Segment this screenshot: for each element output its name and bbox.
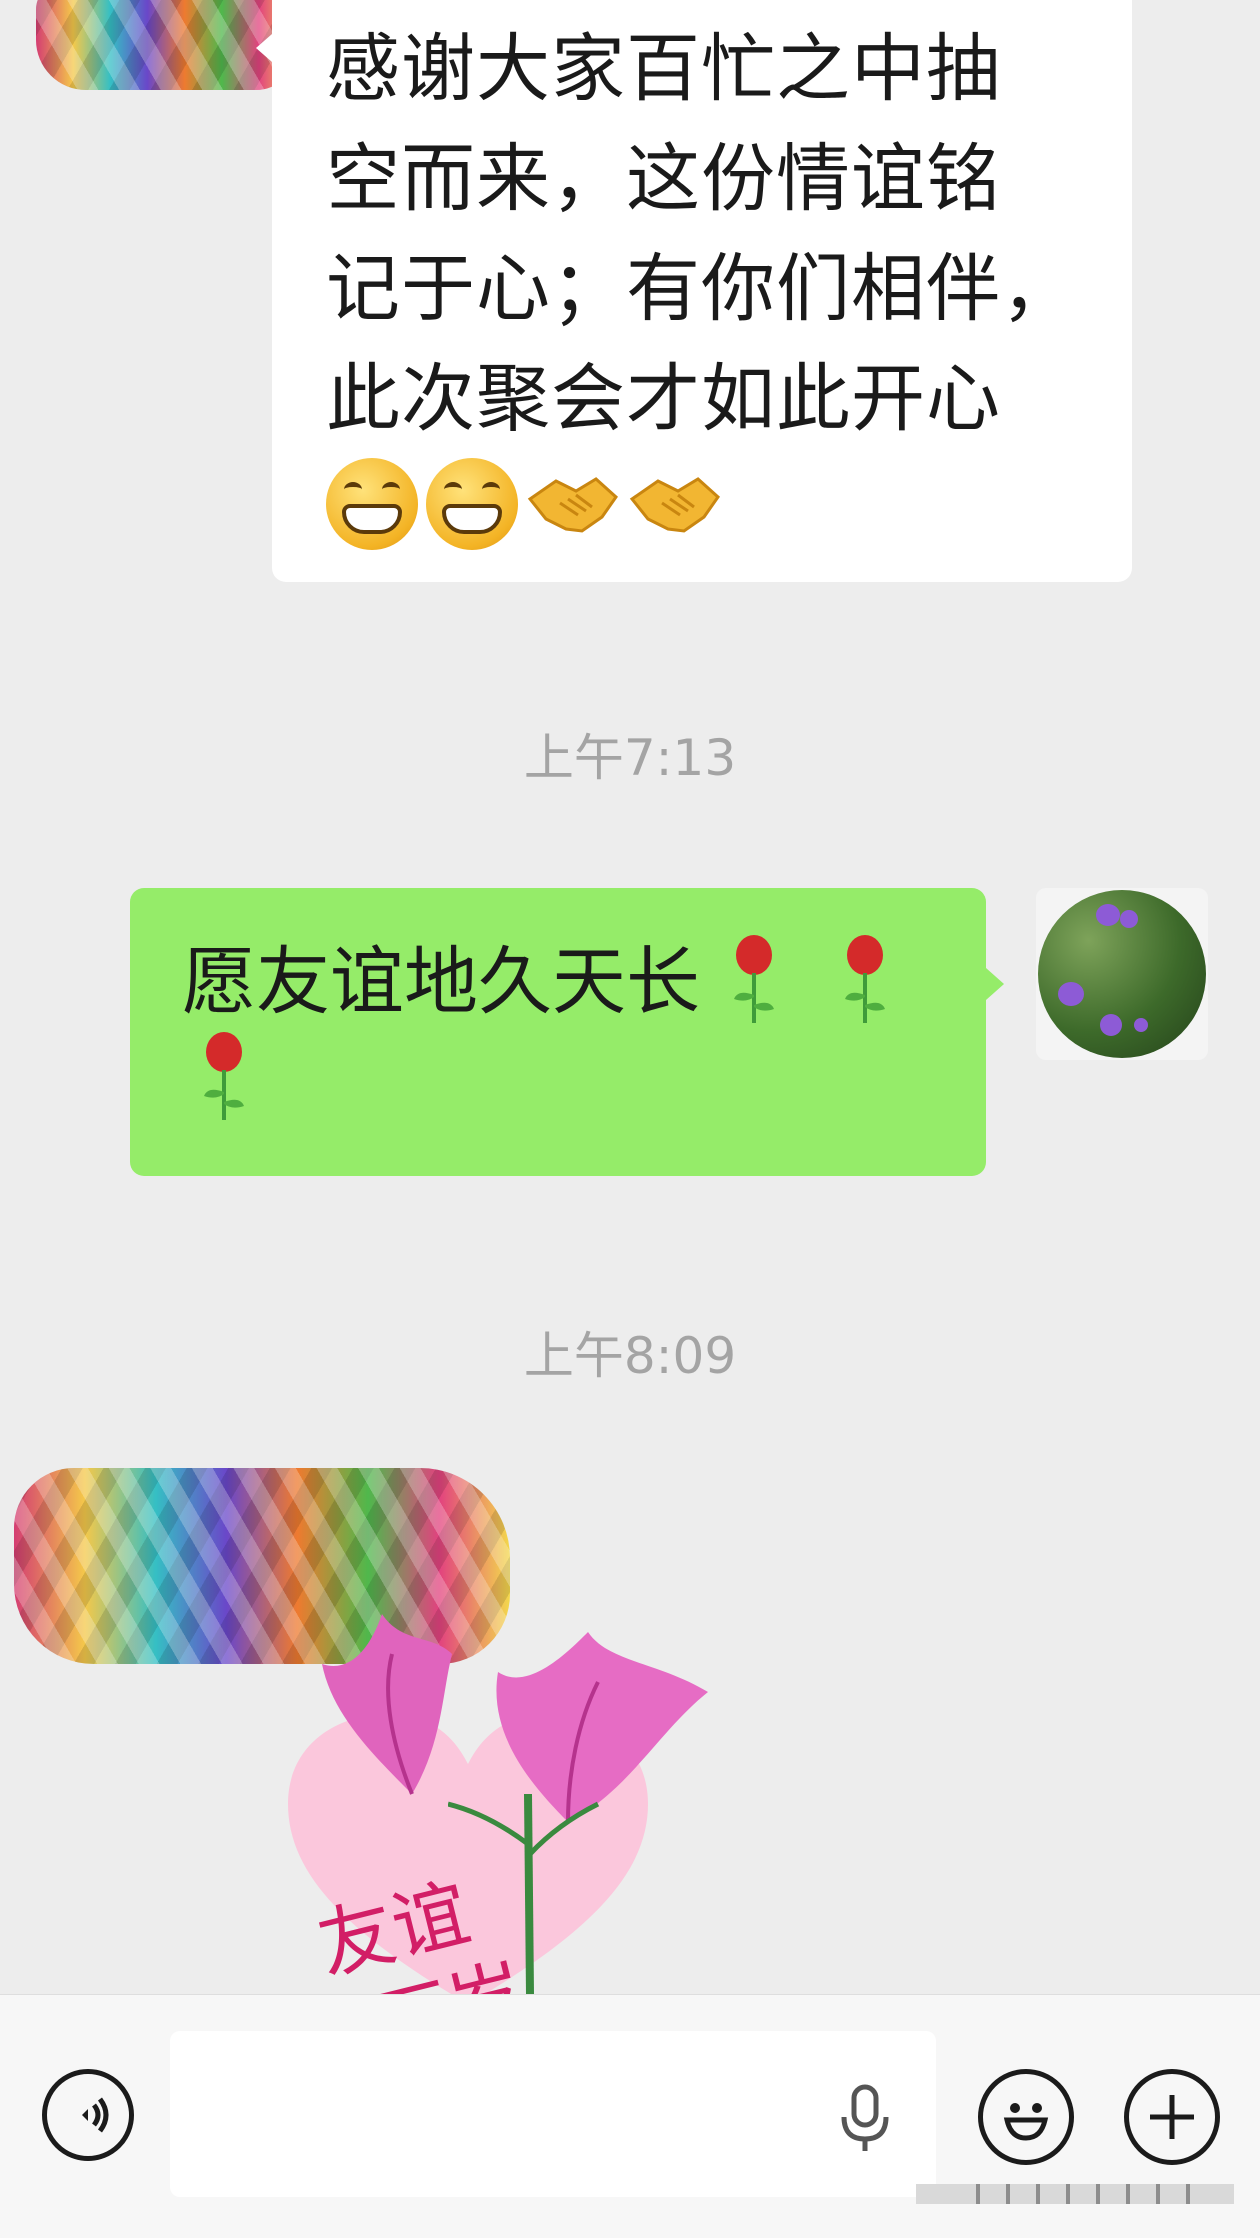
- system-nav-indicator: [916, 2184, 1234, 2204]
- message-text: 愿友谊地久天长: [182, 926, 936, 1153]
- bubble-tail: [986, 968, 1004, 1000]
- timestamp: 上午7:13: [523, 729, 737, 787]
- voice-toggle-button[interactable]: [42, 2069, 134, 2161]
- message-text: 感谢大家百忙之中抽 空而来，这份情谊铭 记于心；有你们相伴， 此次聚会才如此开心: [326, 14, 1092, 454]
- handshake-emoji-icon: [629, 477, 720, 533]
- message-line: 感谢大家百忙之中抽: [326, 26, 1001, 112]
- voice-icon: [82, 2097, 109, 2133]
- outgoing-message-bubble[interactable]: 愿友谊地久天长: [130, 888, 1004, 1176]
- emoji-row: [326, 458, 1092, 550]
- chat-area[interactable]: 感谢大家百忙之中抽 空而来，这份情谊铭 记于心；有你们相伴， 此次聚会才如此开心…: [0, 0, 1260, 1994]
- emoji-icon: [1003, 2103, 1049, 2141]
- message-line: 记于心；有你们相伴，: [326, 246, 1076, 332]
- rose-emoji-icon: [845, 935, 886, 1023]
- grin-emoji-icon: [426, 458, 518, 550]
- my-avatar[interactable]: [1036, 888, 1208, 1060]
- message-input[interactable]: [170, 2031, 936, 2197]
- plus-icon: [1150, 2095, 1194, 2139]
- handshake-emoji-icon: [527, 477, 618, 533]
- rose-emoji-icon: [204, 1032, 244, 1120]
- incoming-message-bubble[interactable]: 感谢大家百忙之中抽 空而来，这份情谊铭 记于心；有你们相伴， 此次聚会才如此开心: [256, 0, 1132, 582]
- microphone-icon[interactable]: [838, 2083, 892, 2153]
- bubble-tail: [256, 34, 272, 62]
- pink-flower-icon: [322, 1614, 452, 1795]
- message-line: 空而来，这份情谊铭: [326, 136, 1001, 222]
- message-line: 此次聚会才如此开心: [326, 356, 1001, 442]
- emoji-button[interactable]: [978, 2069, 1074, 2165]
- message-line: 愿友谊地久天长: [182, 939, 700, 1025]
- timestamp: 上午8:09: [523, 1327, 737, 1385]
- rose-emoji-icon: [733, 935, 774, 1023]
- grin-emoji-icon: [326, 458, 418, 550]
- more-options-button[interactable]: [1124, 2069, 1220, 2165]
